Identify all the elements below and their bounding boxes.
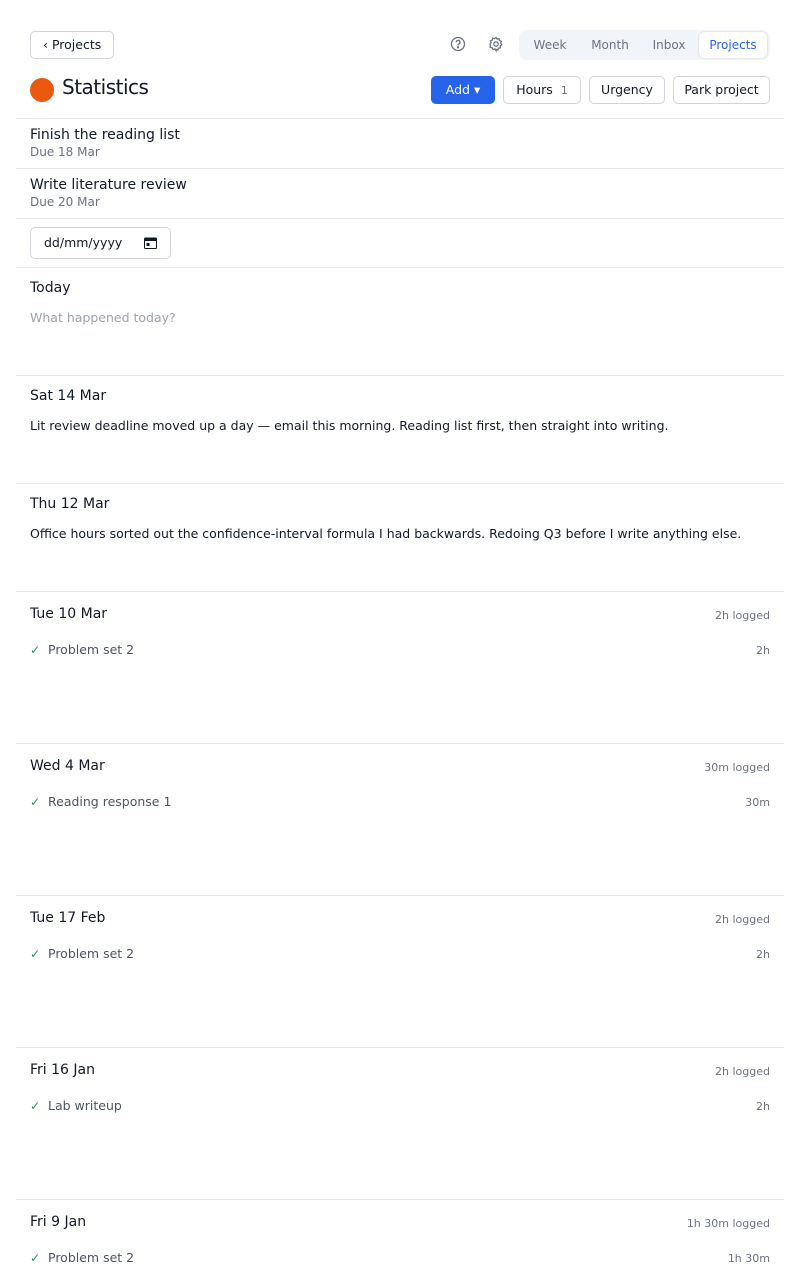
divider [16,591,784,592]
tab-projects[interactable]: Projects [699,32,767,58]
log-entry-time: 30m [745,796,770,809]
divider [16,118,784,119]
check-icon: ✓ [30,1099,41,1113]
check-icon: ✓ [30,795,41,809]
divider [16,1047,784,1048]
hours-button[interactable]: Hours 1 [503,76,581,104]
task-item[interactable]: Finish the reading list Due 18 Mar [30,127,730,159]
divider [16,483,784,484]
hours-label: Hours [516,82,553,97]
divider [16,743,784,744]
date-input-placeholder: dd/mm/yyyy [44,235,123,250]
top-bar: ‹ Projects Week Month Inbox Projects [0,0,800,70]
log-entry-time: 1h 30m [727,1252,770,1265]
calendar-icon[interactable] [144,237,157,249]
log-entry-time: 2h [756,948,770,961]
urgency-button[interactable]: Urgency [589,76,665,104]
day-logged-total: 1h 30m logged [686,1217,770,1230]
date-input[interactable]: dd/mm/yyyy [30,227,171,259]
divider [16,1199,784,1200]
day-heading: Fri 16 Jan [30,1062,95,1078]
log-entry-name[interactable]: Problem set 2 [48,642,134,657]
add-button[interactable]: Add ▾ [431,76,495,104]
today-note-input[interactable]: What happened today? [30,310,176,325]
log-entry-name[interactable]: Lab writeup [48,1098,122,1113]
hours-count-badge: 1 [560,84,568,97]
divider [16,218,784,219]
task-due-date: Due 18 Mar [30,145,100,159]
day-heading: Sat 14 Mar [30,388,107,404]
check-icon: ✓ [30,643,41,657]
day-note[interactable]: Lit review deadline moved up a day — ema… [30,418,668,433]
project-color-dot [30,78,54,102]
log-entry-time: 2h [756,644,770,657]
day-heading: Tue 10 Mar [30,606,108,622]
day-logged-total: 2h logged [715,609,770,622]
gear-icon[interactable] [487,35,505,53]
day-logged-total: 2h logged [715,913,770,926]
log-entry-name[interactable]: Problem set 2 [48,1250,134,1265]
check-icon: ✓ [30,947,41,961]
day-heading: Wed 4 Mar [30,758,105,774]
day-heading: Tue 17 Feb [30,910,106,926]
page-title: Statistics [62,75,149,99]
tab-inbox[interactable]: Inbox [641,32,697,58]
task-due-date: Due 20 Mar [30,195,100,209]
divider [16,267,784,268]
task-item[interactable]: Write literature review Due 20 Mar [30,177,730,209]
log-entry-time: 2h [756,1100,770,1113]
divider [16,895,784,896]
tab-week[interactable]: Week [521,32,579,58]
help-circle-icon[interactable] [449,35,467,53]
tab-month[interactable]: Month [579,32,641,58]
day-logged-total: 2h logged [715,1065,770,1078]
day-heading: Fri 9 Jan [30,1214,87,1230]
day-heading: Today [30,280,71,296]
day-logged-total: 30m logged [704,761,770,774]
park-project-button[interactable]: Park project [673,76,770,104]
task-title: Write literature review [30,177,187,193]
view-switcher: Week Month Inbox Projects [519,30,770,60]
log-entry-name[interactable]: Reading response 1 [48,794,171,809]
divider [16,375,784,376]
project-header: Statistics Add ▾ Hours 1 Urgency Park pro… [0,70,800,110]
task-title: Finish the reading list [30,127,180,143]
log-entry-name[interactable]: Problem set 2 [48,946,134,961]
divider [16,168,784,169]
day-note[interactable]: Office hours sorted out the confidence-i… [30,526,741,541]
check-icon: ✓ [30,1251,41,1265]
back-to-projects-button[interactable]: ‹ Projects [30,31,115,59]
day-heading: Thu 12 Mar [30,496,110,512]
